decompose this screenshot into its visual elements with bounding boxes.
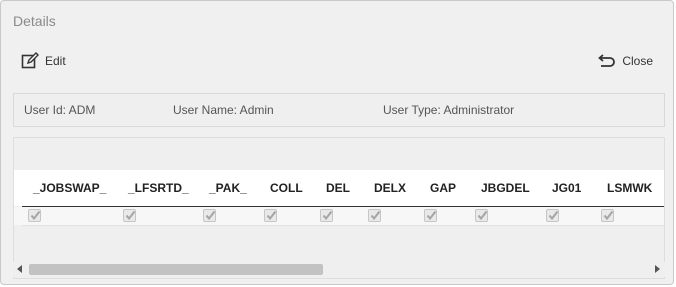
check-icon <box>322 210 333 221</box>
column-header[interactable]: GAP <box>430 181 456 195</box>
checkbox-cell[interactable] <box>203 209 216 222</box>
permissions-grid: _JOBSWAP_ _LFSRTD_ _PAK_ COLL DEL DELX G… <box>13 137 665 279</box>
check-icon <box>426 210 437 221</box>
column-header[interactable]: _LFSRTD_ <box>128 181 189 195</box>
checkbox-cell[interactable] <box>546 209 559 222</box>
panel-title: Details <box>13 13 56 29</box>
close-label: Close <box>622 54 653 68</box>
user-type-text: User Type: Administrator <box>383 103 515 117</box>
column-header[interactable]: DEL <box>326 181 350 195</box>
column-header[interactable]: COLL <box>270 181 303 195</box>
details-panel: Details Edit Close User Id: ADM User Nam… <box>0 0 674 285</box>
check-icon <box>205 210 216 221</box>
edit-pencil-icon <box>21 52 39 70</box>
check-icon <box>125 210 136 221</box>
column-header[interactable]: LSMWK <box>607 181 652 195</box>
check-icon <box>370 210 381 221</box>
scroll-left-arrow-icon[interactable] <box>17 265 22 273</box>
checkbox-cell[interactable] <box>320 209 333 222</box>
scroll-right-arrow-icon[interactable] <box>655 265 660 273</box>
table-row <box>14 207 664 225</box>
check-icon <box>266 210 277 221</box>
column-header[interactable]: DELX <box>374 181 406 195</box>
column-header[interactable]: JBGDEL <box>481 181 530 195</box>
edit-button[interactable]: Edit <box>21 51 66 71</box>
undo-arrow-icon <box>598 53 616 69</box>
checkbox-cell[interactable] <box>601 209 614 222</box>
horizontal-scrollbar[interactable] <box>13 262 665 277</box>
checkbox-cell[interactable] <box>123 209 136 222</box>
scroll-thumb[interactable] <box>29 264 323 275</box>
checkbox-cell[interactable] <box>368 209 381 222</box>
column-header[interactable]: _PAK_ <box>209 181 247 195</box>
close-button[interactable]: Close <box>598 51 653 71</box>
checkbox-cell[interactable] <box>475 209 488 222</box>
check-icon <box>477 210 488 221</box>
edit-label: Edit <box>45 54 66 68</box>
column-header[interactable]: JG01 <box>552 181 581 195</box>
user-id-text: User Id: ADM <box>24 103 96 117</box>
checkbox-cell[interactable] <box>264 209 277 222</box>
user-info-bar: User Id: ADM User Name: Admin User Type:… <box>13 93 665 127</box>
user-name-text: User Name: Admin <box>173 103 274 117</box>
column-header[interactable]: _JOBSWAP_ <box>33 181 106 195</box>
check-icon <box>548 210 559 221</box>
check-icon <box>30 210 41 221</box>
grid-row-divider <box>22 225 664 226</box>
check-icon <box>603 210 614 221</box>
checkbox-cell[interactable] <box>28 209 41 222</box>
checkbox-cell[interactable] <box>424 209 437 222</box>
